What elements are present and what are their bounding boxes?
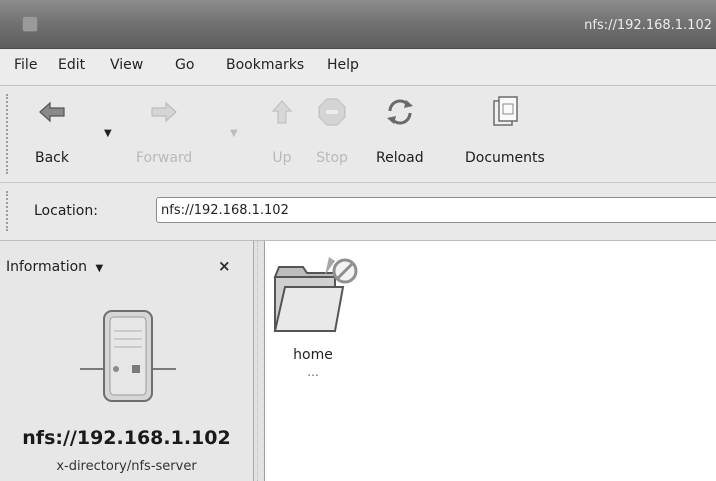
toolbar: Back ▼ Forward ▼ Up Stop Reload Document… xyxy=(0,86,716,183)
back-arrow-icon xyxy=(34,94,70,130)
location-input[interactable] xyxy=(156,197,716,223)
documents-label: Documents xyxy=(465,150,545,166)
reload-button[interactable]: Reload xyxy=(376,94,424,166)
side-pane-selector-label: Information xyxy=(6,259,88,275)
side-pane-location-title: nfs://192.168.1.102 xyxy=(22,427,231,449)
up-button[interactable]: Up xyxy=(264,94,300,166)
stop-label: Stop xyxy=(316,150,348,166)
file-view[interactable]: home ... xyxy=(265,241,716,481)
forward-button[interactable]: Forward xyxy=(136,94,192,166)
window-menu-button[interactable] xyxy=(22,16,38,32)
forward-history-dropdown-icon[interactable]: ▼ xyxy=(230,128,238,139)
menu-edit[interactable]: Edit xyxy=(58,57,85,73)
stop-button[interactable]: Stop xyxy=(314,94,350,166)
menu-view[interactable]: View xyxy=(110,57,143,73)
reload-icon xyxy=(382,94,418,130)
nfs-server-icon xyxy=(80,303,176,417)
file-info: ... xyxy=(307,365,319,379)
window-title: nfs://192.168.1.102 xyxy=(584,18,712,33)
forward-label: Forward xyxy=(136,150,193,166)
file-name: home xyxy=(293,347,333,363)
forward-arrow-icon xyxy=(146,94,182,130)
documents-button[interactable]: Documents xyxy=(465,94,545,166)
location-bar: Location: xyxy=(0,183,716,241)
menu-bar: File Edit View Go Bookmarks Help xyxy=(0,49,716,86)
side-pane-close-button[interactable]: × xyxy=(218,257,231,275)
menu-help[interactable]: Help xyxy=(327,57,359,73)
file-item-home[interactable]: home ... xyxy=(273,247,358,379)
pane-divider-grip xyxy=(257,241,261,481)
side-pane-header: Information ▼ × xyxy=(0,241,253,277)
title-bar[interactable]: nfs://192.168.1.102 xyxy=(0,0,716,49)
reload-label: Reload xyxy=(376,150,424,166)
chevron-down-icon: ▼ xyxy=(95,263,104,274)
documents-icon xyxy=(487,94,523,130)
menu-go[interactable]: Go xyxy=(175,57,194,73)
up-label: Up xyxy=(272,150,292,166)
up-arrow-icon xyxy=(264,94,300,130)
back-history-dropdown-icon[interactable]: ▼ xyxy=(104,128,112,139)
side-pane-mime-type: x-directory/nfs-server xyxy=(56,459,197,474)
file-manager-window: nfs://192.168.1.102 File Edit View Go Bo… xyxy=(0,0,716,481)
folder-icon xyxy=(273,257,358,332)
back-button[interactable]: Back xyxy=(34,94,70,166)
pane-divider[interactable] xyxy=(254,241,265,481)
toolbar-grip[interactable] xyxy=(6,94,12,174)
location-grip[interactable] xyxy=(6,191,12,231)
stop-icon xyxy=(314,94,350,130)
menu-file[interactable]: File xyxy=(14,57,37,73)
side-pane: Information ▼ × nfs://192.168.1.102 x-di… xyxy=(0,241,254,481)
side-pane-selector[interactable]: Information ▼ xyxy=(6,259,103,275)
back-label: Back xyxy=(35,150,69,166)
menu-bookmarks[interactable]: Bookmarks xyxy=(226,57,304,73)
location-label: Location: xyxy=(34,203,98,219)
